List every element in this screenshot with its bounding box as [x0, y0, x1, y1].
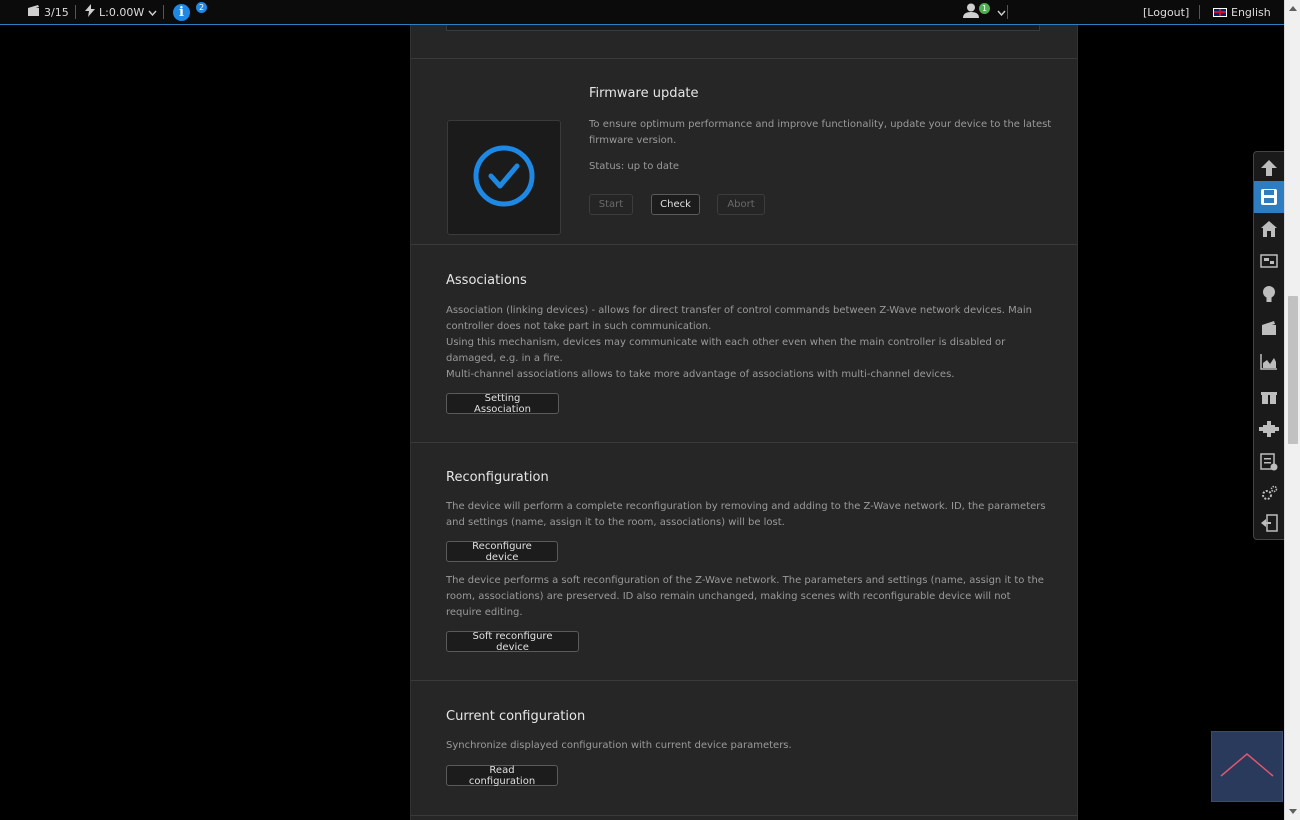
setting-association-button[interactable]: Setting Association	[446, 393, 559, 415]
chart-icon[interactable]	[1254, 345, 1284, 377]
power-text: L:0.00W	[99, 5, 145, 19]
reconfiguration-title: Reconfiguration	[446, 470, 549, 485]
scroll-down-arrow-icon[interactable]	[1289, 809, 1297, 814]
user-icon	[963, 3, 979, 21]
firmware-update-section: Firmware update To ensure optimum perfor…	[411, 59, 1077, 245]
settings-list-icon[interactable]	[1254, 446, 1284, 478]
save-icon[interactable]	[1254, 181, 1284, 213]
associations-text-1: Association (linking devices) - allows f…	[446, 305, 1032, 332]
firmware-status: Status: up to date	[589, 161, 680, 172]
gears-icon[interactable]	[1254, 477, 1284, 509]
devices-icon[interactable]	[1254, 245, 1284, 277]
side-toolbar	[1253, 151, 1284, 540]
chevron-up-icon	[1219, 750, 1275, 784]
devices-count-text: 3/15	[44, 5, 69, 19]
previous-section-remnant	[411, 25, 1077, 59]
reconfigure-device-button[interactable]: Reconfigure device	[446, 541, 558, 563]
scroll-up-arrow-icon[interactable]	[1289, 6, 1297, 11]
power-indicator[interactable]: L:0.00W	[85, 0, 157, 24]
associations-text-2: Using this mechanism, devices may commun…	[446, 337, 1006, 364]
scroll-to-top-button[interactable]	[1211, 731, 1283, 802]
reconfiguration-section: Reconfiguration The device will perform …	[411, 443, 1077, 681]
logout-link[interactable]: [Logout]	[1143, 0, 1189, 24]
language-text: English	[1231, 5, 1271, 19]
plugin-icon[interactable]	[1254, 413, 1284, 445]
clapper-icon	[28, 5, 40, 19]
start-button[interactable]: Start	[589, 194, 633, 215]
window-scrollbar[interactable]	[1284, 0, 1300, 820]
soft-reconfigure-device-button[interactable]: Soft reconfigure device	[446, 631, 579, 653]
reconfiguration-text-1: The device will perform a complete recon…	[446, 501, 1046, 528]
home-icon[interactable]	[1254, 213, 1284, 245]
associations-text-3: Multi-channel associations allows to tak…	[446, 369, 955, 380]
user-count-badge: 1	[979, 3, 990, 14]
scene-icon[interactable]	[1254, 312, 1284, 344]
current-configuration-title: Current configuration	[446, 709, 586, 724]
check-button[interactable]: Check	[651, 194, 700, 215]
firmware-description: To ensure optimum performance and improv…	[589, 119, 1052, 146]
device-settings-panel: Firmware update To ensure optimum perfor…	[410, 25, 1078, 820]
exit-icon[interactable]	[1254, 507, 1284, 539]
read-configuration-button[interactable]: Read configuration	[446, 765, 558, 787]
chevron-down-icon	[997, 6, 1006, 19]
scrollbar-thumb[interactable]	[1288, 296, 1298, 444]
firmware-status-tile	[447, 120, 561, 235]
devices-counter[interactable]: 3/15	[28, 0, 69, 24]
arrow-up-icon[interactable]	[1254, 152, 1284, 184]
info-icon: i	[173, 3, 190, 21]
chevron-down-icon	[148, 6, 157, 19]
uk-flag-icon	[1213, 7, 1227, 17]
current-configuration-text: Synchronize displayed configuration with…	[446, 740, 792, 751]
info-count-badge: 2	[196, 2, 207, 13]
associations-section: Associations Association (linking device…	[411, 245, 1077, 443]
firmware-title: Firmware update	[589, 86, 699, 101]
gift-icon[interactable]	[1254, 380, 1284, 412]
language-selector[interactable]: English	[1213, 0, 1271, 24]
lightning-icon	[85, 4, 95, 20]
bulb-icon[interactable]	[1254, 278, 1284, 310]
abort-button[interactable]: Abort	[717, 194, 765, 215]
current-configuration-section: Current configuration Synchronize displa…	[411, 681, 1077, 816]
info-button[interactable]: i	[173, 0, 190, 24]
reconfiguration-text-2: The device performs a soft reconfigurati…	[446, 575, 1044, 618]
associations-title: Associations	[446, 273, 527, 288]
check-circle-icon	[471, 143, 537, 213]
logout-text: [Logout]	[1143, 5, 1190, 19]
input-box-remnant	[446, 25, 1040, 31]
top-bar: 3/15 L:0.00W i 2 1 [Logout] English	[0, 0, 1284, 25]
